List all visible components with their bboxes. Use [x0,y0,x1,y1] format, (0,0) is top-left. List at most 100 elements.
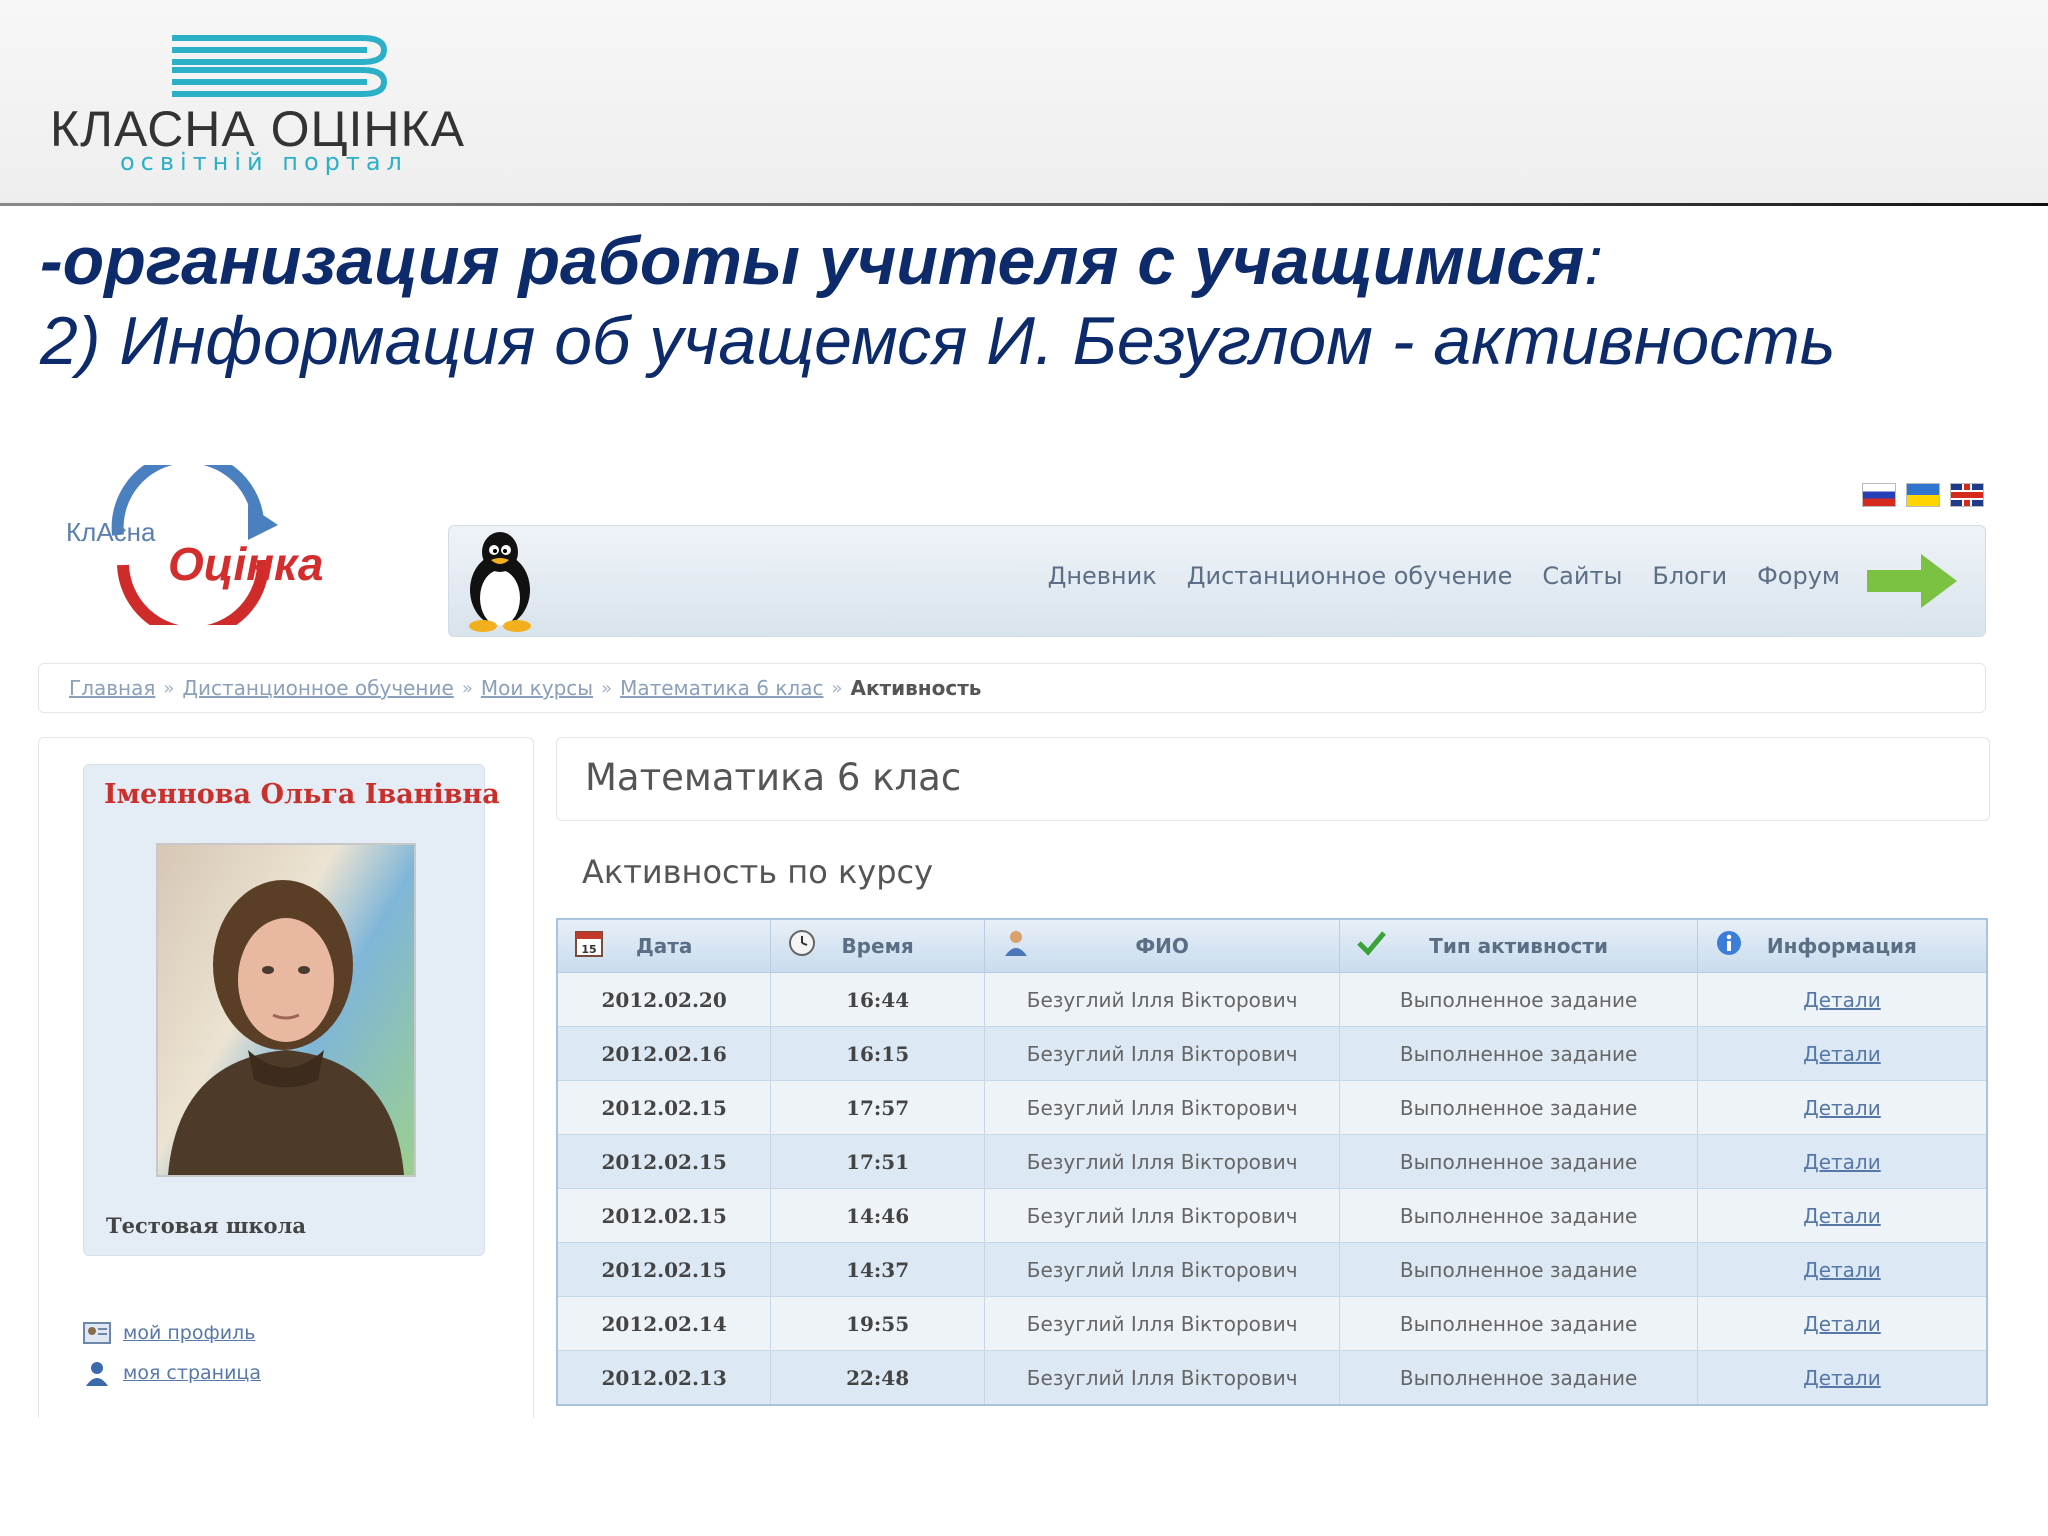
col-date[interactable]: 15 Дата [556,918,772,973]
user-page-icon [86,1362,108,1386]
flag-ua-icon[interactable] [1906,483,1940,507]
cell-activity-type: Выполненное задание [1339,1242,1698,1297]
cell-info: Детали [1696,1080,1988,1135]
cell-info: Детали [1696,1242,1988,1297]
table-row: 2012.02.15 17:57 Безуглий Ілля Вікторови… [556,1080,1988,1135]
breadcrumb-home[interactable]: Главная [69,676,155,700]
table-header-row: 15 Дата Время ФИО Тип активности Информа… [556,918,1988,973]
flag-en-icon[interactable] [1950,483,1984,507]
calendar-icon: 15 [575,931,603,957]
breadcrumb-my-courses[interactable]: Мои курсы [481,676,593,700]
table-row: 2012.02.16 16:15 Безуглий Ілля Вікторови… [556,1026,1988,1081]
cell-student-name: Безуглий Ілля Вікторович [983,1134,1341,1189]
cell-activity-type: Выполненное задание [1339,1026,1698,1081]
arrow-right-icon[interactable] [1867,554,1957,608]
cell-student-name: Безуглий Ілля Вікторович [983,1188,1341,1243]
site-screenshot: КлАсна Оцінка Дневник Дистанционное обуч… [38,455,1994,1418]
nav-item-distance-learning[interactable]: Дистанционное обучение [1187,562,1513,590]
my-page-link[interactable]: моя страница [83,1360,261,1386]
logo-text-part1: КлАсна [66,517,156,547]
breadcrumb: Главная » Дистанционное обучение » Мои к… [38,663,1986,713]
col-info-label: Информация [1766,934,1917,958]
svg-text:15: 15 [581,943,596,956]
breadcrumb-separator: » [461,677,473,699]
school-name: Тестовая школа [106,1213,306,1238]
cell-time: 22:48 [770,1350,985,1406]
cell-date: 2012.02.15 [556,1188,772,1243]
sidebar: Іменнова Ольга Іванівна Тестовая школа м… [38,737,534,1418]
site-logo[interactable]: КлАсна Оцінка [48,465,348,625]
breadcrumb-distance-learning[interactable]: Дистанционное обучение [182,676,453,700]
table-row: 2012.02.15 14:37 Безуглий Ілля Вікторови… [556,1242,1988,1297]
breadcrumb-current: Активность [850,676,982,700]
header-divider [0,203,2048,206]
check-icon [1357,931,1387,956]
activity-table: 15 Дата Время ФИО Тип активности Информа… [556,918,1988,1406]
cell-student-name: Безуглий Ілля Вікторович [983,1350,1341,1406]
cell-date: 2012.02.14 [556,1296,772,1351]
breadcrumb-separator: » [831,677,843,699]
title-main: организация работы учителя с учащимися [62,223,1585,299]
col-name[interactable]: ФИО [983,918,1341,973]
nav-item-diary[interactable]: Дневник [1048,562,1157,590]
table-row: 2012.02.14 19:55 Безуглий Ілля Вікторови… [556,1296,1988,1351]
details-link[interactable]: Детали [1803,1096,1881,1120]
details-link[interactable]: Детали [1803,1150,1881,1174]
cell-student-name: Безуглий Ілля Вікторович [983,972,1341,1027]
details-link[interactable]: Детали [1803,1312,1881,1336]
nav-item-forum[interactable]: Форум [1757,562,1840,590]
cell-student-name: Безуглий Ілля Вікторович [983,1242,1341,1297]
col-activity-type[interactable]: Тип активности [1339,918,1698,973]
col-date-label: Дата [635,934,693,958]
table-row: 2012.02.13 22:48 Безуглий Ілля Вікторови… [556,1350,1988,1406]
flag-ru-icon[interactable] [1862,483,1896,507]
table-row: 2012.02.15 14:46 Безуглий Ілля Вікторови… [556,1188,1988,1243]
breadcrumb-course[interactable]: Математика 6 клас [620,676,823,700]
details-link[interactable]: Детали [1803,1204,1881,1228]
nav-item-blogs[interactable]: Блоги [1652,562,1727,590]
details-link[interactable]: Детали [1803,1366,1881,1390]
cell-info: Детали [1696,1026,1988,1081]
breadcrumb-separator: » [601,677,613,699]
activity-heading: Активность по курсу [582,853,934,891]
cell-activity-type: Выполненное задание [1339,972,1698,1027]
title-suffix: : [1584,223,1604,299]
cell-date: 2012.02.16 [556,1026,772,1081]
cell-time: 17:51 [770,1134,985,1189]
cell-student-name: Безуглий Ілля Вікторович [983,1026,1341,1081]
main-nav: Дневник Дистанционное обучение Сайты Бло… [448,525,1986,637]
person-photo-icon [168,880,404,1175]
table-row: 2012.02.20 16:44 Безуглий Ілля Вікторови… [556,972,1988,1027]
col-info[interactable]: Информация [1696,918,1988,973]
my-profile-link[interactable]: мой профиль [83,1320,255,1346]
course-title: Математика 6 клас [585,756,962,799]
clock-icon [789,930,816,956]
logo-text-part2: Оцінка [168,538,324,590]
profile-card-icon [83,1322,111,1344]
details-link[interactable]: Детали [1803,1258,1881,1282]
course-header: Математика 6 клас [556,737,1990,821]
cell-info: Детали [1696,1296,1988,1351]
cell-time: 16:15 [770,1026,985,1081]
brand-tagline: освітній портал [120,148,408,176]
penguin-icon [469,532,531,632]
table-row: 2012.02.15 17:51 Безуглий Ілля Вікторови… [556,1134,1988,1189]
slide-title: -организация работы учителя с учащимися: [40,222,1603,300]
cell-date: 2012.02.13 [556,1350,772,1406]
user-icon [1004,931,1027,956]
nav-item-sites[interactable]: Сайты [1542,562,1622,590]
my-page-label: моя страница [123,1362,261,1384]
teacher-photo [156,843,416,1177]
cell-time: 14:37 [770,1242,985,1297]
col-activity-type-label: Тип активности [1429,934,1608,958]
col-time[interactable]: Время [770,918,985,973]
cell-time: 14:46 [770,1188,985,1243]
details-link[interactable]: Детали [1803,988,1881,1012]
cell-activity-type: Выполненное задание [1339,1188,1698,1243]
info-icon [1716,931,1741,955]
breadcrumb-separator: » [163,677,175,699]
cell-time: 16:44 [770,972,985,1027]
cell-info: Детали [1696,1134,1988,1189]
cell-info: Детали [1696,972,1988,1027]
details-link[interactable]: Детали [1803,1042,1881,1066]
